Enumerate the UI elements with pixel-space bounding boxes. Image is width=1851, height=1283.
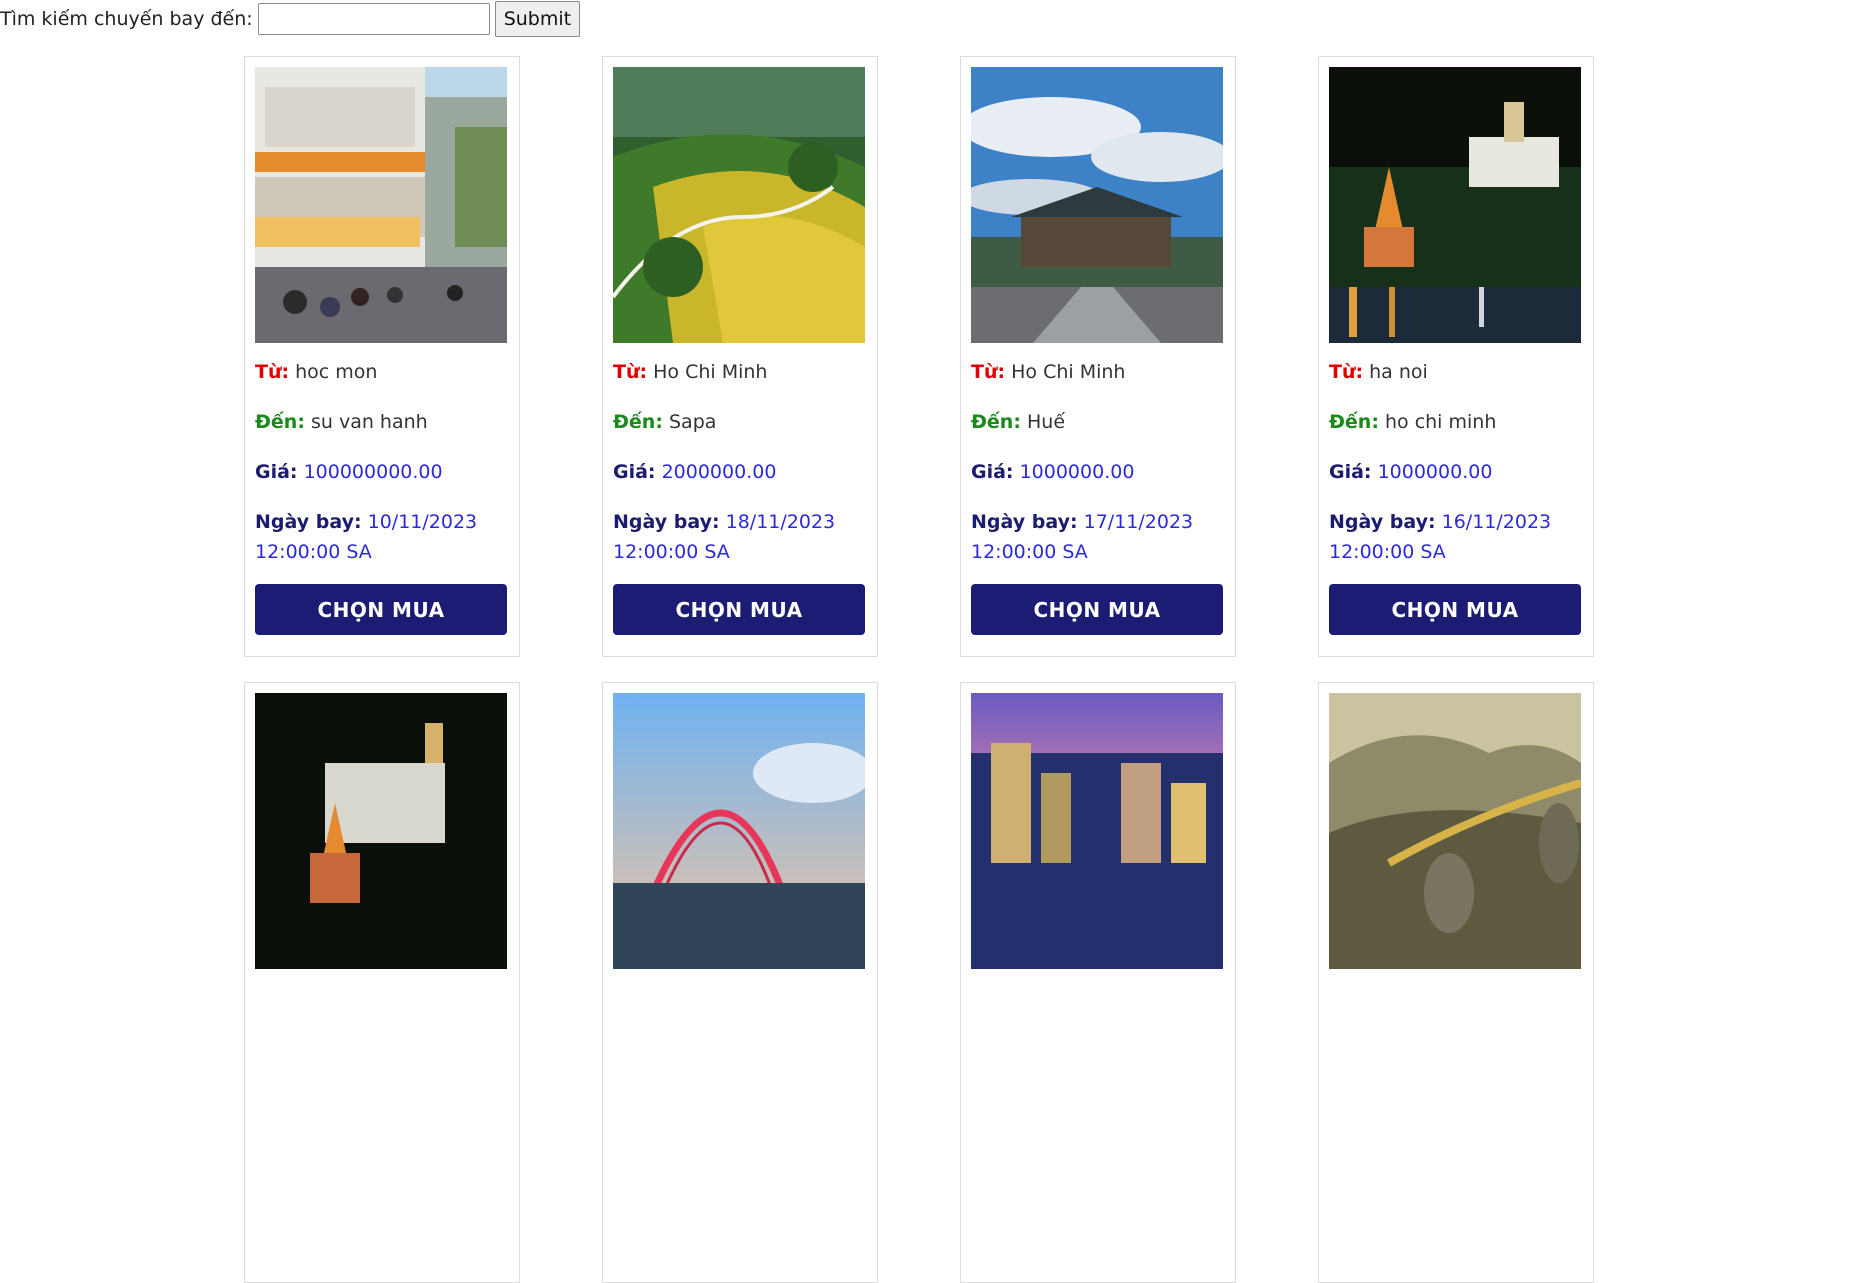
date-label: Ngày bay: (255, 511, 362, 533)
golden-bridge-photo (1329, 693, 1581, 969)
to-value: Huế (1026, 411, 1066, 433)
price-label: Giá: (971, 461, 1014, 483)
hanoi-night-photo (1329, 67, 1581, 343)
date-label: Ngày bay: (1329, 511, 1436, 533)
date-value: 18/11/2023 (725, 511, 836, 533)
price-label: Giá: (613, 461, 656, 483)
to-label: Đến: (613, 411, 663, 433)
search-bar: Tìm kiếm chuyến bay đến: Submit (0, 0, 581, 38)
time-value: 12:00:00 SA (1329, 541, 1446, 563)
flight-card: Từ: Ho Chi Minh Đến: Sapa Giá: 2000000.0… (602, 56, 878, 657)
to-label: Đến: (1329, 411, 1379, 433)
from-value: Ho Chi Minh (653, 361, 768, 383)
search-input[interactable] (257, 3, 490, 35)
price-label: Giá: (1329, 461, 1372, 483)
hanoi-night-photo (255, 693, 507, 969)
flight-card (244, 682, 520, 1283)
to-label: Đến: (971, 411, 1021, 433)
date-value: 16/11/2023 (1441, 511, 1552, 533)
buy-button[interactable]: CHỌN MUA (1329, 584, 1581, 635)
date-value: 17/11/2023 (1083, 511, 1194, 533)
flight-card (960, 682, 1236, 1283)
flight-card: Từ: ha noi Đến: ho chi minh Giá: 1000000… (1318, 56, 1594, 657)
buy-button[interactable]: CHỌN MUA (971, 584, 1223, 635)
search-label: Tìm kiếm chuyến bay đến: (0, 8, 253, 30)
bridge-photo (613, 693, 865, 969)
to-label: Đến: (255, 411, 305, 433)
date-value: 10/11/2023 (367, 511, 478, 533)
time-value: 12:00:00 SA (613, 541, 730, 563)
from-label: Từ: (613, 361, 648, 383)
time-value: 12:00:00 SA (255, 541, 372, 563)
from-label: Từ: (1329, 361, 1364, 383)
from-label: Từ: (255, 361, 290, 383)
flight-card (1318, 682, 1594, 1283)
hue-citadel-photo (971, 67, 1223, 343)
date-label: Ngày bay: (613, 511, 720, 533)
flight-card: Từ: Ho Chi Minh Đến: Huế Giá: 1000000.00… (960, 56, 1236, 657)
rice-terrace-photo (613, 67, 865, 343)
to-value: su van hanh (310, 411, 428, 433)
city-night-photo (971, 693, 1223, 969)
price-value: 2000000.00 (661, 461, 777, 483)
flight-card: Từ: hoc mon Đến: su van hanh Giá: 100000… (244, 56, 520, 657)
buy-button[interactable]: CHỌN MUA (255, 584, 507, 635)
price-label: Giá: (255, 461, 298, 483)
from-value: ha noi (1369, 361, 1428, 383)
price-value: 100000000.00 (303, 461, 443, 483)
from-value: Ho Chi Minh (1011, 361, 1126, 383)
flight-card (602, 682, 878, 1283)
buy-button[interactable]: CHỌN MUA (613, 584, 865, 635)
time-value: 12:00:00 SA (971, 541, 1088, 563)
price-value: 1000000.00 (1019, 461, 1135, 483)
submit-button[interactable]: Submit (494, 1, 581, 37)
from-value: hoc mon (295, 361, 378, 383)
date-label: Ngày bay: (971, 511, 1078, 533)
to-value: Sapa (668, 411, 717, 433)
to-value: ho chi minh (1384, 411, 1497, 433)
price-value: 1000000.00 (1377, 461, 1493, 483)
from-label: Từ: (971, 361, 1006, 383)
street-photo (255, 67, 507, 343)
